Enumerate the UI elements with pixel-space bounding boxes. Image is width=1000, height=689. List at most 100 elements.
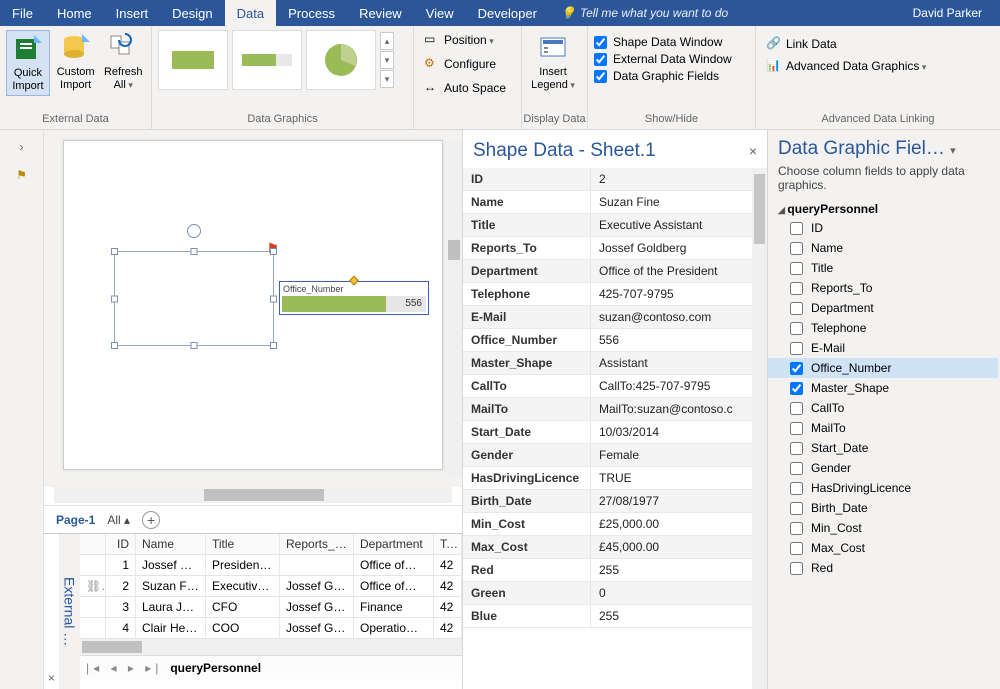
- field-id[interactable]: ID: [768, 218, 998, 238]
- anchor-icon[interactable]: ⚑: [16, 168, 27, 182]
- shape-data-row[interactable]: Reports_ToJossef Goldberg: [463, 237, 767, 260]
- menu-design[interactable]: Design: [160, 0, 224, 26]
- field-office_number[interactable]: Office_Number: [768, 358, 998, 378]
- field-department[interactable]: Department: [768, 298, 998, 318]
- field-callto[interactable]: CallTo: [768, 398, 998, 418]
- custom-import-button[interactable]: Custom Import: [54, 30, 98, 94]
- field-start_date[interactable]: Start_Date: [768, 438, 998, 458]
- field-telephone[interactable]: Telephone: [768, 318, 998, 338]
- field-checkbox[interactable]: [790, 382, 803, 395]
- tell-me-search[interactable]: 💡Tell me what you want to do: [549, 0, 740, 26]
- shape-data-row[interactable]: Office_Number556: [463, 329, 767, 352]
- external-data-close-icon[interactable]: ×: [44, 667, 59, 689]
- menu-home[interactable]: Home: [45, 0, 104, 26]
- shape-data-close-icon[interactable]: ×: [749, 143, 757, 159]
- shape-data-row[interactable]: Max_Cost£45,000.00: [463, 536, 767, 559]
- col-name[interactable]: Name: [136, 534, 206, 554]
- field-checkbox[interactable]: [790, 402, 803, 415]
- menu-view[interactable]: View: [414, 0, 466, 26]
- shape-data-row[interactable]: MailToMailTo:suzan@contoso.c: [463, 398, 767, 421]
- field-checkbox[interactable]: [790, 422, 803, 435]
- field-gender[interactable]: Gender: [768, 458, 998, 478]
- recordset-nav-icon[interactable]: |◂ ◂ ▸ ▸|: [86, 661, 162, 675]
- field-checkbox[interactable]: [790, 442, 803, 455]
- gallery-down-icon[interactable]: ▾: [380, 51, 394, 69]
- canvas-hscroll[interactable]: [54, 487, 452, 503]
- shape-data-row[interactable]: TitleExecutive Assistant: [463, 214, 767, 237]
- shape-data-vscroll[interactable]: [752, 168, 767, 689]
- shape-data-row[interactable]: Telephone425-707-9795: [463, 283, 767, 306]
- field-min_cost[interactable]: Min_Cost: [768, 518, 998, 538]
- col-tel[interactable]: Tel: [434, 534, 462, 554]
- field-checkbox[interactable]: [790, 302, 803, 315]
- table-row[interactable]: 4Clair Hec…COOJossef G…Operatio…42: [80, 618, 462, 639]
- field-checkbox[interactable]: [790, 262, 803, 275]
- col-reports[interactable]: Reports_To: [280, 534, 354, 554]
- gallery-more-icon[interactable]: ▾: [380, 70, 394, 88]
- field-master_shape[interactable]: Master_Shape: [768, 378, 998, 398]
- shape-data-row[interactable]: NameSuzan Fine: [463, 191, 767, 214]
- shape-data-row[interactable]: Green0: [463, 582, 767, 605]
- field-checkbox[interactable]: [790, 502, 803, 515]
- refresh-all-button[interactable]: Refresh All: [101, 30, 145, 94]
- field-name[interactable]: Name: [768, 238, 998, 258]
- auto-space-button[interactable]: ↔Auto Space: [420, 78, 510, 98]
- col-title[interactable]: Title: [206, 534, 280, 554]
- field-hasdrivinglicence[interactable]: HasDrivingLicence: [768, 478, 998, 498]
- table-row[interactable]: 3Laura Je…CFOJossef G…Finance42: [80, 597, 462, 618]
- field-checkbox[interactable]: [790, 522, 803, 535]
- data-graphics-gallery[interactable]: ▴ ▾ ▾: [158, 30, 394, 90]
- table-row[interactable]: 1Jossef G…Presiden…Office of…42: [80, 555, 462, 576]
- chk-external-data-window[interactable]: External Data Window: [594, 51, 732, 67]
- field-checkbox[interactable]: [790, 342, 803, 355]
- tab-all[interactable]: All ▴: [107, 513, 130, 527]
- menu-developer[interactable]: Developer: [466, 0, 549, 26]
- rotate-handle-icon[interactable]: [187, 224, 201, 238]
- position-button[interactable]: ▭Position: [420, 30, 498, 50]
- field-max_cost[interactable]: Max_Cost: [768, 538, 998, 558]
- selected-shape[interactable]: ⚑: [114, 251, 274, 346]
- data-graphic-callout[interactable]: Office_Number 556: [279, 281, 429, 315]
- menu-process[interactable]: Process: [276, 0, 347, 26]
- shape-data-row[interactable]: CallToCallTo:425-707-9795: [463, 375, 767, 398]
- shape-data-row[interactable]: Master_ShapeAssistant: [463, 352, 767, 375]
- field-title[interactable]: Title: [768, 258, 998, 278]
- field-checkbox[interactable]: [790, 222, 803, 235]
- shape-data-row[interactable]: Blue255: [463, 605, 767, 628]
- shape-data-row[interactable]: Min_Cost£25,000.00: [463, 513, 767, 536]
- field-checkbox[interactable]: [790, 322, 803, 335]
- tab-page-1[interactable]: Page-1: [56, 513, 95, 527]
- field-checkbox[interactable]: [790, 542, 803, 555]
- field-checkbox[interactable]: [790, 462, 803, 475]
- field-checkbox[interactable]: [790, 482, 803, 495]
- configure-button[interactable]: ⚙Configure: [420, 54, 500, 74]
- field-checkbox[interactable]: [790, 282, 803, 295]
- chk-shape-data-window[interactable]: Shape Data Window: [594, 34, 722, 50]
- field-checkbox[interactable]: [790, 242, 803, 255]
- field-red[interactable]: Red: [768, 558, 998, 578]
- shape-data-row[interactable]: DepartmentOffice of the President: [463, 260, 767, 283]
- gallery-up-icon[interactable]: ▴: [380, 32, 394, 50]
- shape-data-row[interactable]: Red255: [463, 559, 767, 582]
- add-page-button[interactable]: +: [142, 511, 160, 529]
- quick-import-button[interactable]: Quick Import: [6, 30, 50, 96]
- extdata-hscroll[interactable]: [80, 639, 462, 655]
- field-reports_to[interactable]: Reports_To: [768, 278, 998, 298]
- shapes-pane-collapsed[interactable]: › ⚑: [0, 130, 44, 689]
- shape-data-row[interactable]: GenderFemale: [463, 444, 767, 467]
- chk-data-graphic-fields[interactable]: Data Graphic Fields: [594, 68, 719, 84]
- canvas-vscroll[interactable]: [446, 140, 462, 477]
- insert-legend-button[interactable]: Insert Legend: [528, 30, 578, 94]
- page-surface[interactable]: ⚑ Office_Number 556: [63, 140, 443, 470]
- menu-data[interactable]: Data: [225, 0, 276, 26]
- adv-data-graphics-button[interactable]: 📊Advanced Data Graphics: [762, 56, 930, 76]
- col-dept[interactable]: Department: [354, 534, 434, 554]
- field-mailto[interactable]: MailTo: [768, 418, 998, 438]
- signed-in-user[interactable]: David Parker: [895, 0, 1000, 26]
- field-birth_date[interactable]: Birth_Date: [768, 498, 998, 518]
- shape-data-row[interactable]: Birth_Date27/08/1977: [463, 490, 767, 513]
- menu-review[interactable]: Review: [347, 0, 414, 26]
- expand-shapes-icon[interactable]: ›: [20, 140, 24, 154]
- shape-data-row[interactable]: Start_Date10/03/2014: [463, 421, 767, 444]
- menu-insert[interactable]: Insert: [104, 0, 161, 26]
